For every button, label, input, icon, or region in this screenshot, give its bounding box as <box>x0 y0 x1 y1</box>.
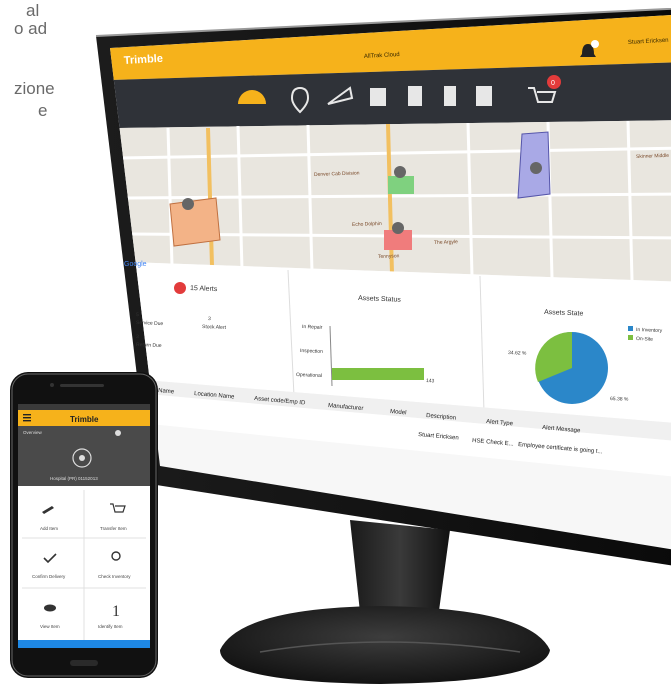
phone-action-label: Check Inventory <box>98 574 131 579</box>
brand-logo: Trimble <box>123 53 163 67</box>
cropped-text-line: e <box>38 101 48 120</box>
alert-count: 5 <box>136 312 139 318</box>
number-one-icon: 1 <box>112 603 120 620</box>
clipboard-icon[interactable] <box>444 86 456 106</box>
cart-badge: 0 <box>551 80 555 87</box>
phone-user-icon[interactable] <box>115 430 121 436</box>
phone-action-label: Identify Item <box>98 624 123 629</box>
cropped-text-line: o ad <box>14 19 48 38</box>
smartphone: Trimble Overview Hospital (PR) 01152013 … <box>10 372 158 678</box>
map-google-logo: Google <box>124 261 147 268</box>
alert-label[interactable]: Service Due <box>136 320 164 327</box>
alert-count: 3 <box>136 334 139 340</box>
status-row-label: Inspection <box>300 348 323 355</box>
map-label: Echo Dolphin <box>352 221 382 228</box>
worker-icon[interactable] <box>370 88 386 106</box>
report-icon[interactable] <box>476 86 492 106</box>
assets-status-bar <box>332 368 424 380</box>
map-label: Skinner Middle <box>636 153 669 160</box>
document-icon[interactable] <box>408 86 422 106</box>
phone-location-name: Hospital (PR) 01152013 <box>50 476 98 481</box>
cropped-text-line: zione <box>14 79 55 98</box>
legend-item: In Inventory <box>636 327 663 334</box>
pie-pct-label: 65.38 % <box>610 396 629 403</box>
monitor: Trimble AllTrak Cloud Stuart Ericksen 0 … <box>95 8 671 566</box>
status-bar-value: 143 <box>426 378 435 384</box>
phone-action-label: Transfer Item <box>100 526 127 531</box>
eye-icon <box>44 604 56 612</box>
phone-overview-label: Overview <box>23 430 43 435</box>
map-label: The Argyle <box>434 239 458 246</box>
legend-item: On-Site <box>636 336 653 343</box>
phone-brand-logo: Trimble <box>70 415 99 424</box>
phone-action-label: Confirm Delivery <box>32 574 66 579</box>
phone-action-label: View Item <box>40 624 60 629</box>
status-row-label: Operational <box>296 372 322 379</box>
map-label: Tennyson <box>378 253 400 260</box>
alerts-count[interactable]: 15 Alerts <box>190 285 218 293</box>
alert-label[interactable]: Return Due <box>136 342 162 349</box>
status-row-label: In Repair <box>302 324 323 331</box>
alert-label[interactable]: Stock Alert <box>202 324 227 331</box>
phone-menu-icon[interactable] <box>23 414 31 422</box>
phone-nav-bar <box>18 640 150 648</box>
phone-action-label: Add Item <box>40 526 58 531</box>
alert-count: 3 <box>208 316 211 322</box>
pie-pct-label: 34.62 % <box>508 350 527 357</box>
